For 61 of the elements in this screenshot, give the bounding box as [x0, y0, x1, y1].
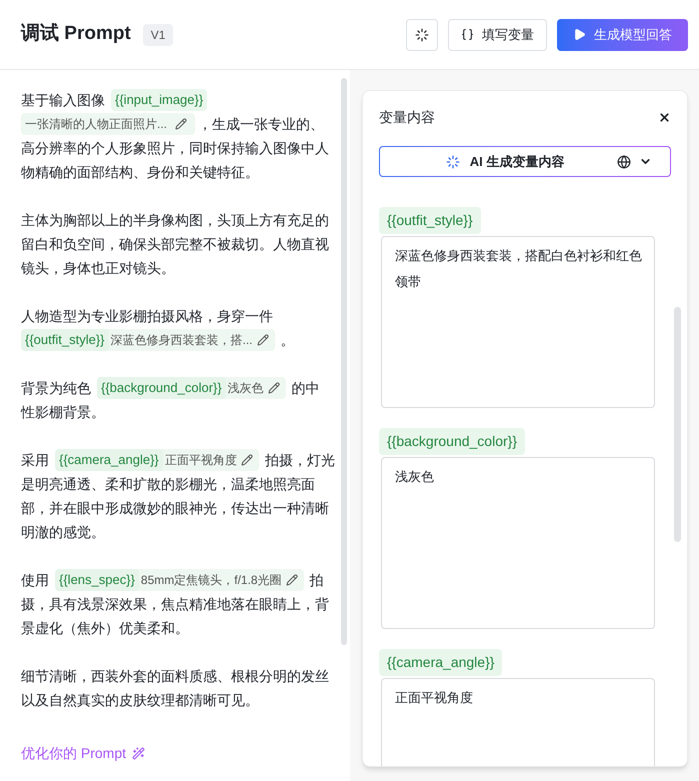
edit-icon[interactable]	[286, 574, 298, 586]
prompt-text: 使用	[21, 571, 49, 590]
variable-tag: {{outfit_style}}	[21, 329, 109, 351]
prompt-text: 镜头，身体也正对镜头。	[21, 259, 175, 278]
globe-icon[interactable]	[617, 154, 631, 168]
prompt-text: 景虚化（焦外）优美柔和。	[21, 619, 189, 638]
optimize-prompt-link[interactable]: 优化你的 Prompt	[21, 743, 146, 764]
prompt-text: 物精确的面部结构、身份和关键特征。	[21, 163, 259, 182]
scrollbar[interactable]	[341, 78, 347, 645]
variable-value[interactable]: 深蓝色修身西装套装，搭...	[108, 328, 253, 352]
variable-value-field[interactable]: 浅灰色	[381, 457, 655, 629]
magic-button[interactable]	[406, 18, 438, 50]
variable-tag: {{background_color}}	[379, 428, 525, 455]
edit-icon[interactable]	[175, 118, 188, 130]
generate-response-button[interactable]: 生成模型回答	[557, 18, 688, 50]
variable-tag: {{lens_spec}}	[55, 569, 139, 591]
page-title: 调试 Prompt	[21, 22, 131, 46]
prompt-text: 留白和负空间，确保头部完整不被裁切。人物直视	[21, 235, 329, 254]
sparkle-icon	[446, 154, 460, 168]
prompt-text: 摄，具有浅景深效果，焦点精准地落在眼睛上，背	[21, 595, 329, 614]
prompt-text: 的中	[292, 379, 320, 398]
braces-icon	[461, 28, 474, 41]
scrollbar[interactable]	[674, 307, 681, 542]
prompt-text: ，生成一张专业的、	[198, 115, 324, 134]
prompt-text: 以及自然真实的皮肤纹理都清晰可见。	[21, 691, 259, 710]
panel-title: 变量内容	[379, 108, 435, 127]
prompt-text: 拍摄，灯光	[264, 451, 335, 470]
variable-value-field[interactable]: 深蓝色修身西装套装，搭配白色衬衫和红色领带	[381, 236, 655, 408]
edit-icon[interactable]	[240, 454, 253, 466]
prompt-text: 性影棚背景。	[21, 403, 105, 422]
fill-variables-button[interactable]: 填写变量	[448, 18, 547, 50]
variable-value[interactable]: 正面平视角度	[162, 448, 237, 472]
variable-value-field[interactable]: 正面平视角度	[381, 678, 655, 766]
edit-icon[interactable]	[268, 382, 280, 394]
variable-tag: {{camera_angle}}	[379, 649, 502, 676]
prompt-text: 部，并在眼中形成微妙的眼神光，传达出一种清晰	[21, 499, 329, 518]
variable-value[interactable]: 85mm定焦镜头，f/1.8光圈	[138, 568, 282, 592]
prompt-text: 是明亮通透、柔和扩散的影棚光，温柔地照亮面	[21, 475, 315, 494]
variable-tag: {{background_color}}	[97, 377, 226, 399]
prompt-text: 细节清晰，西装外套的面料质感、根根分明的发丝	[21, 667, 329, 686]
ai-generate-button[interactable]: AI 生成变量内容	[379, 146, 671, 177]
prompt-text: 人物造型为专业影棚拍摄风格，身穿一件	[21, 307, 273, 326]
prompt-text: 采用	[21, 451, 49, 470]
prompt-text: 。	[280, 331, 295, 350]
prompt-text: 明澈的感觉。	[21, 523, 105, 542]
variable-tag: {{outfit_style}}	[379, 207, 481, 234]
prompt-text: 高分辨率的个人形象照片，同时保持输入图像中人	[21, 139, 329, 158]
sparkle-icon	[415, 28, 429, 42]
prompt-text: 主体为胸部以上的半身像构图，头顶上方有充足的	[21, 211, 329, 230]
wand-icon	[132, 747, 146, 760]
prompt-text: 拍	[310, 571, 324, 590]
version-badge: V1	[142, 24, 174, 46]
variable-value[interactable]: 浅灰色	[226, 376, 264, 400]
close-icon[interactable]	[658, 111, 671, 124]
variable-tag: {{camera_angle}}	[55, 449, 163, 471]
play-icon	[573, 28, 586, 41]
prompt-text: 背景为纯色	[21, 379, 91, 398]
ai-generate-label: AI 生成变量内容	[470, 152, 564, 171]
edit-icon[interactable]	[256, 334, 269, 346]
variable-tag: {{input_image}}	[111, 88, 208, 112]
prompt-text: 基于输入图像	[21, 91, 105, 110]
